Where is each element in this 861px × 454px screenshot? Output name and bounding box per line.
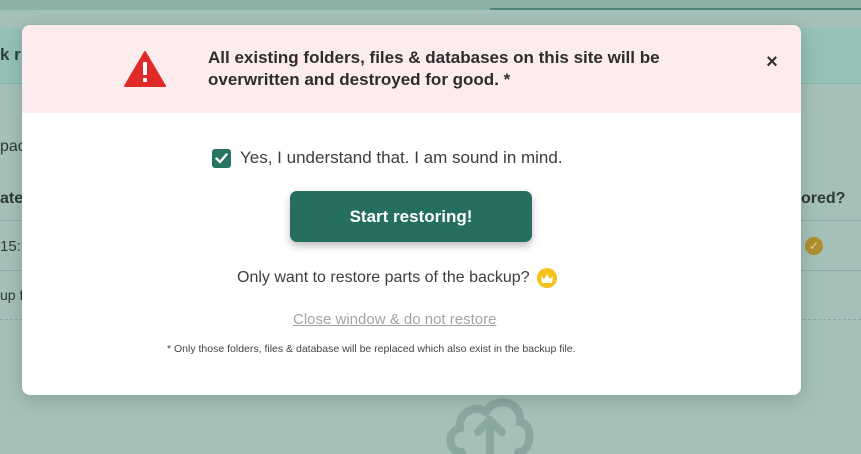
restore-confirm-dialog: All existing folders, files & databases … — [22, 25, 801, 395]
background-cell-left: 15: — [0, 238, 21, 255]
background-column-header-left: ate — [0, 190, 24, 207]
warning-triangle-icon — [124, 51, 166, 87]
partial-restore-row: Only want to restore parts of the backup… — [237, 267, 557, 289]
warning-message: All existing folders, files & databases … — [208, 48, 660, 89]
background-notice-text: k r — [0, 45, 21, 64]
warning-header: All existing folders, files & databases … — [22, 25, 801, 113]
confirm-checkbox[interactable] — [212, 148, 231, 168]
background-status-check-icon: ✓ — [805, 237, 823, 255]
start-restoring-button[interactable]: Start restoring! — [290, 191, 532, 242]
close-icon[interactable]: × — [762, 52, 782, 72]
close-window-link[interactable]: Close window & do not restore — [293, 311, 496, 328]
confirm-checkbox-row[interactable]: Yes, I understand that. I am sound in mi… — [212, 147, 563, 169]
background-column-header-right: ored? — [801, 190, 846, 207]
background-tab-indicator — [490, 8, 861, 10]
footnote: * Only those folders, files & database w… — [167, 343, 576, 355]
crown-icon[interactable] — [536, 268, 557, 288]
cloud-upload-icon — [446, 398, 534, 454]
checkmark-icon — [215, 152, 228, 163]
confirm-label: Yes, I understand that. I am sound in mi… — [240, 148, 563, 167]
partial-restore-text: Only want to restore parts of the backup… — [237, 269, 530, 286]
